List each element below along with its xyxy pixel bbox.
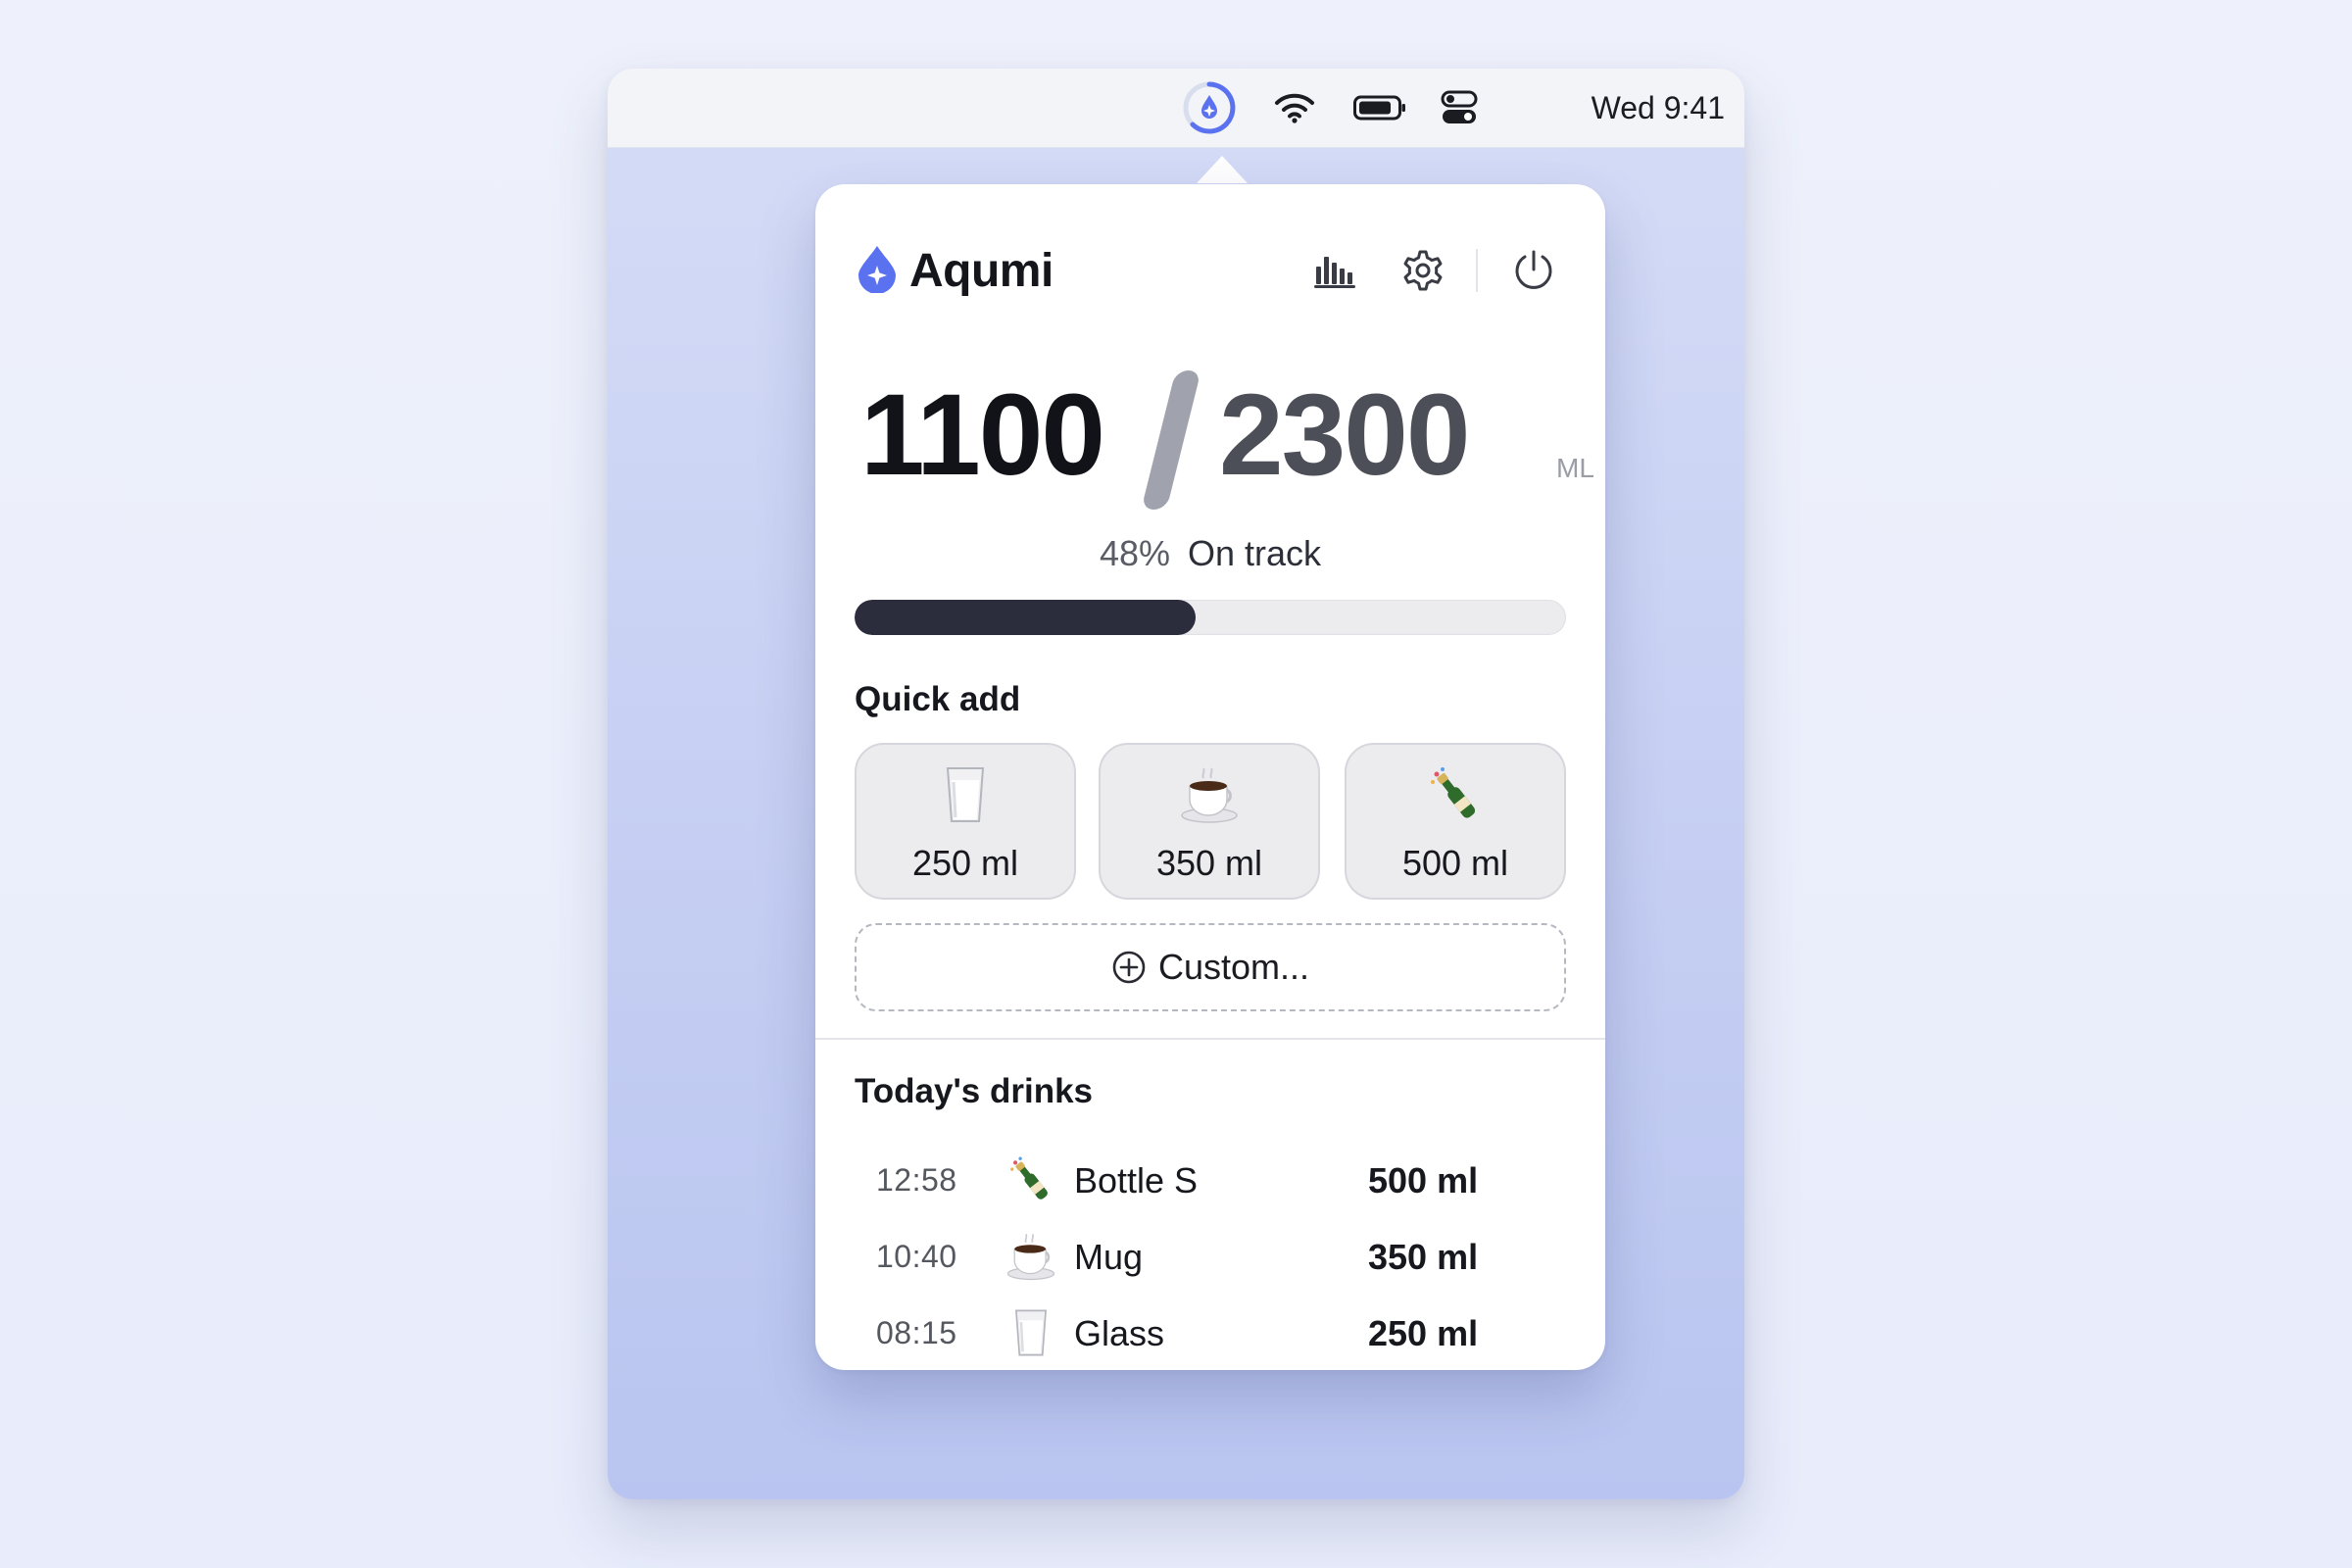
stats-button[interactable] bbox=[1309, 245, 1360, 296]
quick-add-label: 350 ml bbox=[1155, 843, 1263, 883]
intake-percent: 48% bbox=[1099, 533, 1170, 573]
wifi-icon[interactable] bbox=[1272, 88, 1317, 127]
mug-icon bbox=[1101, 764, 1318, 825]
app-name: Aqumi bbox=[909, 244, 1054, 297]
drink-amount: 350 ml bbox=[1368, 1237, 1479, 1277]
drink-row[interactable]: 12:58 Bottle S 500 ml bbox=[855, 1147, 1566, 1215]
current-intake: 1100 bbox=[860, 370, 1105, 500]
popover-header: Aqumi bbox=[855, 233, 1566, 308]
drink-name: Mug bbox=[1074, 1237, 1144, 1277]
glass-icon bbox=[1004, 1305, 1058, 1360]
gear-icon bbox=[1403, 250, 1443, 291]
bottle-icon bbox=[1004, 1152, 1058, 1207]
on-track-label: On track bbox=[1188, 533, 1322, 573]
power-button[interactable] bbox=[1508, 245, 1559, 296]
quick-add-label: 250 ml bbox=[911, 843, 1019, 883]
app-popover: Aqumi 1100 2300 ML 48% On track Quick ad… bbox=[815, 184, 1605, 1370]
plus-circle-icon bbox=[1112, 951, 1146, 984]
drink-time: 12:58 bbox=[876, 1162, 957, 1198]
intake-progress-bar bbox=[855, 600, 1566, 635]
quick-add-grid: 250 ml 350 ml 500 ml bbox=[855, 743, 1566, 902]
drink-time: 08:15 bbox=[876, 1315, 957, 1350]
section-divider bbox=[815, 1038, 1605, 1040]
quick-add-title: Quick add bbox=[855, 680, 1021, 718]
intake-status: 48% On track bbox=[815, 533, 1605, 574]
drink-name: Bottle S bbox=[1074, 1160, 1199, 1200]
popover-caret bbox=[1197, 156, 1248, 183]
todays-drinks-title: Today's drinks bbox=[855, 1072, 1094, 1110]
glass-icon bbox=[857, 764, 1074, 825]
power-icon bbox=[1515, 250, 1552, 289]
control-center-icon[interactable] bbox=[1439, 88, 1480, 127]
intake-summary: 1100 2300 ML bbox=[860, 359, 1594, 515]
quick-add-350-button[interactable]: 350 ml bbox=[1099, 743, 1320, 900]
menu-bar: Wed 9:41 bbox=[608, 69, 1744, 148]
drink-amount: 250 ml bbox=[1368, 1313, 1479, 1353]
intake-unit: ML bbox=[1556, 453, 1594, 483]
menu-bar-clock[interactable]: Wed 9:41 bbox=[1548, 88, 1725, 127]
drink-row[interactable]: 08:15 Glass 250 ml bbox=[855, 1299, 1566, 1368]
drink-name: Glass bbox=[1074, 1313, 1165, 1353]
app-brand: Aqumi bbox=[855, 233, 1054, 308]
custom-add-button[interactable]: Custom... bbox=[855, 923, 1566, 1011]
quick-add-500-button[interactable]: 500 ml bbox=[1345, 743, 1566, 900]
custom-add-label: Custom... bbox=[1157, 947, 1310, 987]
drink-time: 10:40 bbox=[876, 1239, 957, 1274]
quick-add-label: 500 ml bbox=[1401, 843, 1509, 883]
mug-icon bbox=[1004, 1229, 1058, 1284]
drink-row[interactable]: 10:40 Mug 350 ml bbox=[855, 1223, 1566, 1292]
quick-add-250-button[interactable]: 250 ml bbox=[855, 743, 1076, 900]
water-drop-ring-icon[interactable] bbox=[1181, 79, 1238, 136]
intake-progress-fill bbox=[855, 600, 1197, 635]
drink-amount: 500 ml bbox=[1368, 1160, 1479, 1200]
daily-goal: 2300 bbox=[1219, 370, 1471, 500]
header-separator bbox=[1476, 249, 1478, 292]
bottle-icon bbox=[1347, 764, 1564, 825]
water-drop-logo-icon bbox=[855, 244, 900, 298]
battery-icon[interactable] bbox=[1352, 88, 1407, 127]
stats-icon bbox=[1314, 257, 1355, 288]
settings-button[interactable] bbox=[1397, 245, 1448, 296]
intake-slash bbox=[1141, 370, 1201, 510]
